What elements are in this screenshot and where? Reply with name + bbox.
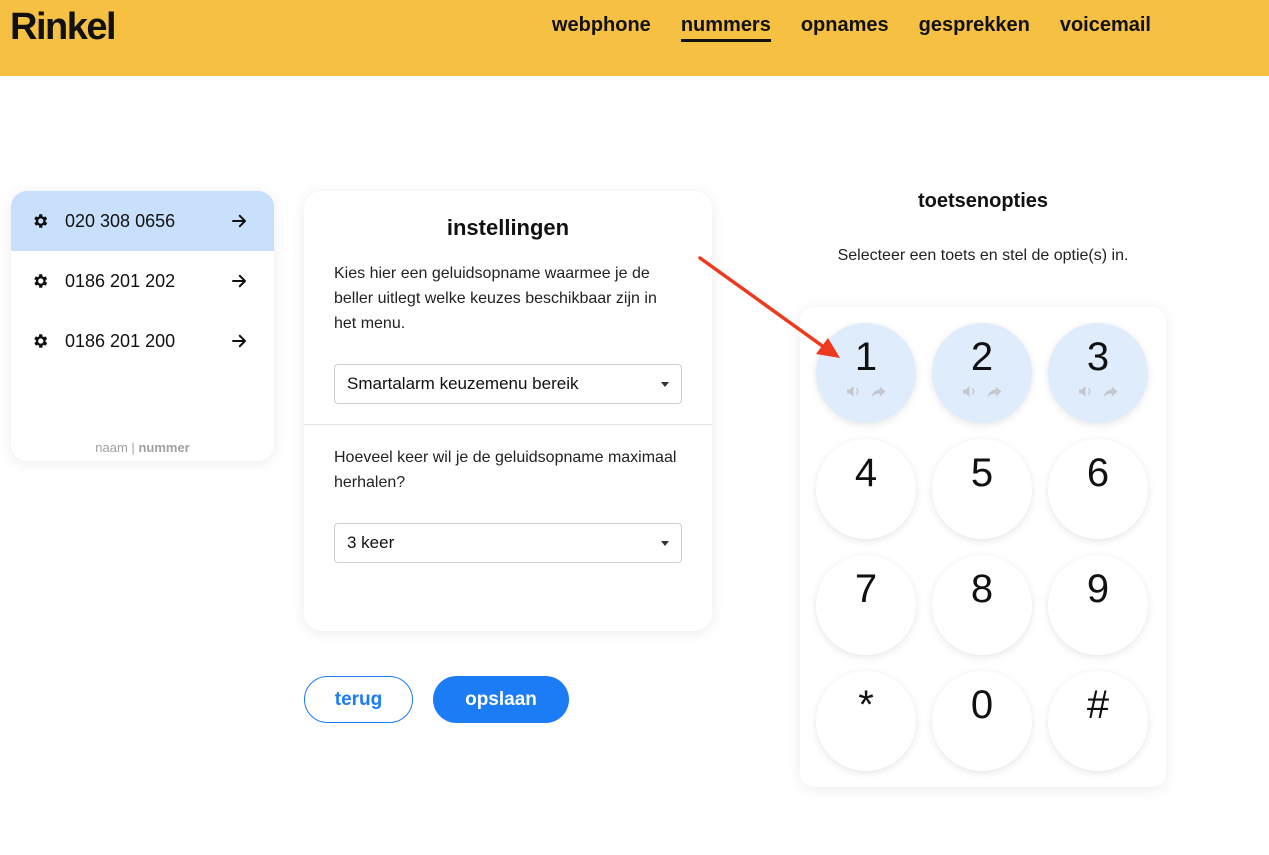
key-7[interactable]: 7 (816, 555, 916, 655)
keypad-title: toetsenopties (917, 190, 1049, 212)
key-digit: * (858, 683, 874, 727)
key-digit: 7 (854, 567, 878, 611)
number-row[interactable]: 020 308 0656 (11, 191, 274, 251)
forward-icon (870, 383, 887, 400)
phone-number: 020 308 0656 (65, 210, 176, 231)
top-bar: Rinkel webphone nummers opnames gesprekk… (0, 0, 1269, 76)
recording-prompt: Kies hier een geluidsopname waarmee je d… (334, 265, 657, 332)
nav-gesprekken[interactable]: gesprekken (919, 14, 1030, 42)
key-digit: 4 (854, 451, 878, 495)
phone-number: 0186 201 202 (65, 270, 176, 291)
speaker-icon (845, 383, 862, 400)
section-divider (304, 424, 712, 425)
key-0[interactable]: 0 (932, 671, 1032, 771)
sort-toggle: naam | nummer (11, 440, 274, 455)
repeat-prompt: Hoeveel keer wil je de geluidsopname max… (334, 449, 677, 491)
keypad: 1 2 3 4 5 6 7 8 9 * 0 # (800, 307, 1166, 787)
arrow-right-icon[interactable] (230, 272, 248, 290)
key-5[interactable]: 5 (932, 439, 1032, 539)
forward-icon (1102, 383, 1119, 400)
main-nav: webphone nummers opnames gesprekken voic… (552, 14, 1151, 42)
key-8[interactable]: 8 (932, 555, 1032, 655)
repeat-section: Hoeveel keer wil je de geluidsopname max… (304, 445, 712, 563)
back-button[interactable]: terug (304, 676, 413, 723)
key-digit: 3 (1086, 335, 1110, 379)
key-digit: 8 (970, 567, 994, 611)
key-1[interactable]: 1 (816, 323, 916, 423)
key-4[interactable]: 4 (816, 439, 916, 539)
repeat-select-value: 3 keer (347, 533, 395, 552)
gear-icon[interactable] (31, 332, 49, 350)
key-digit: 5 (970, 451, 994, 495)
sort-by-name[interactable]: naam (95, 440, 128, 455)
repeat-select[interactable]: 3 keer (334, 523, 682, 563)
key-digit: 1 (854, 335, 878, 379)
nav-webphone[interactable]: webphone (552, 14, 651, 42)
key-options (816, 383, 916, 400)
arrow-right-icon[interactable] (230, 212, 248, 230)
gear-icon[interactable] (31, 272, 49, 290)
key-digit: 2 (970, 335, 994, 379)
key-9[interactable]: 9 (1048, 555, 1148, 655)
key-6[interactable]: 6 (1048, 439, 1148, 539)
settings-title: instellingen (446, 215, 570, 240)
phone-number: 0186 201 200 (65, 330, 176, 351)
rinkel-logo[interactable]: Rinkel (10, 6, 117, 49)
key-digit: 6 (1086, 451, 1110, 495)
key-3[interactable]: 3 (1048, 323, 1148, 423)
key-options (932, 383, 1032, 400)
key-digit: # (1086, 683, 1110, 727)
forward-icon (986, 383, 1003, 400)
gear-icon[interactable] (31, 212, 49, 230)
key-star[interactable]: * (816, 671, 916, 771)
numbers-list: 020 308 0656 0186 201 202 0186 201 200 n… (11, 191, 274, 461)
keypad-subtitle: Selecteer een toets en stel de optie(s) … (837, 247, 1129, 264)
key-hash[interactable]: # (1048, 671, 1148, 771)
key-options (1048, 383, 1148, 400)
sort-by-number[interactable]: nummer (138, 440, 189, 455)
number-row[interactable]: 0186 201 200 (11, 311, 274, 371)
nav-voicemail[interactable]: voicemail (1060, 14, 1151, 42)
save-button[interactable]: opslaan (433, 676, 569, 723)
speaker-icon (1077, 383, 1094, 400)
nav-nummers[interactable]: nummers (680, 14, 771, 42)
key-digit: 0 (970, 683, 994, 727)
number-row[interactable]: 0186 201 202 (11, 251, 274, 311)
arrow-right-icon[interactable] (230, 332, 248, 350)
key-2[interactable]: 2 (932, 323, 1032, 423)
recording-section: Kies hier een geluidsopname waarmee je d… (304, 261, 712, 404)
recording-select[interactable]: Smartalarm keuzemenu bereik (334, 364, 682, 404)
sort-separator: | (131, 440, 135, 455)
caret-down-icon (661, 540, 669, 546)
nav-opnames[interactable]: opnames (801, 14, 889, 42)
key-digit: 9 (1086, 567, 1110, 611)
speaker-icon (961, 383, 978, 400)
recording-select-value: Smartalarm keuzemenu bereik (347, 374, 579, 393)
caret-down-icon (661, 381, 669, 387)
settings-panel: instellingen Kies hier een geluidsopname… (304, 191, 712, 631)
